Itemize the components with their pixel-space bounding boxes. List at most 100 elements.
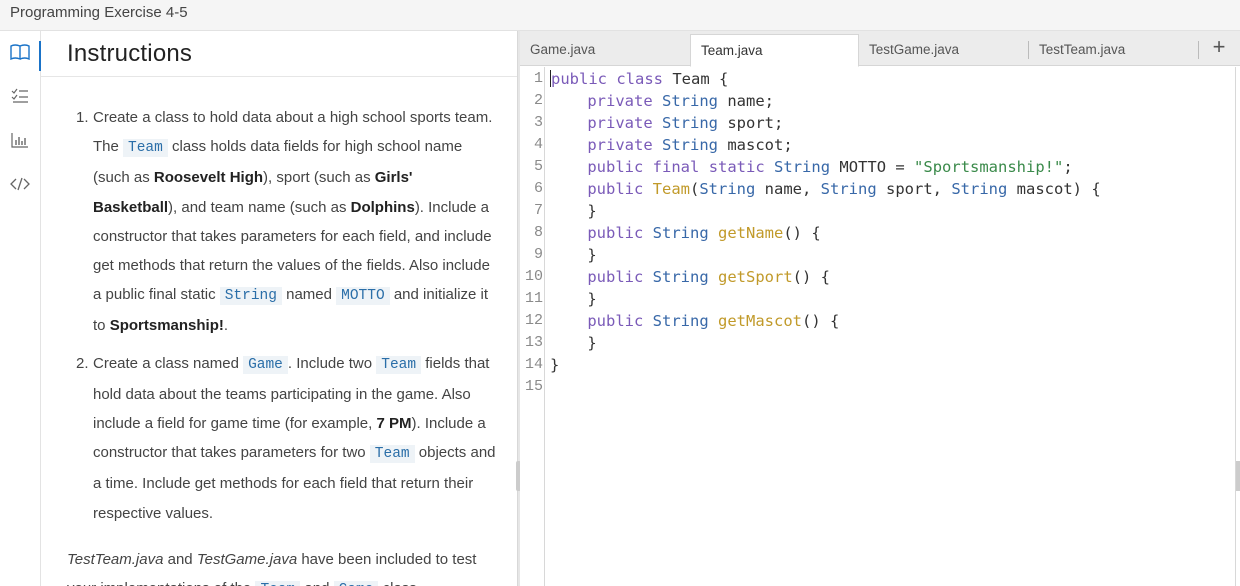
code-token: String — [699, 180, 756, 198]
line-number: 8 — [533, 224, 543, 241]
line-number: 7 — [533, 202, 543, 219]
code-token: String — [652, 312, 709, 330]
tab-label: Team.java — [701, 43, 763, 58]
tab-label: TestTeam.java — [1039, 42, 1126, 57]
item-number: 2. — [76, 354, 89, 372]
text-run: and — [300, 580, 333, 586]
line-number: 2 — [533, 92, 543, 109]
code-token: private — [587, 92, 653, 110]
code-token: } — [550, 356, 560, 374]
code-token: "Sportsmanship!" — [914, 158, 1064, 176]
tab-label: Game.java — [530, 42, 596, 57]
code-line: private String name; — [550, 90, 774, 112]
instructions-list: 1. Create a class to hold data about a hi… — [72, 103, 497, 528]
code-area[interactable]: 1 2 3 4 5 6 7 8 9 10 11 12 13 14 15 public class Team … — [520, 67, 1236, 586]
code-token: ( — [690, 180, 700, 198]
code-token: sport; — [718, 114, 784, 132]
code-token: String — [774, 158, 831, 176]
code-line: public Team(String name, String sport, S… — [550, 178, 1101, 200]
code-token: public — [587, 224, 644, 242]
line-number: 4 — [533, 136, 543, 153]
instructions-heading: Instructions — [67, 40, 193, 67]
text-run: class — [378, 580, 417, 586]
code-token: mascot; — [718, 136, 793, 154]
chart-icon[interactable] — [0, 123, 40, 157]
code-token: getMascot — [718, 312, 803, 330]
tab-game-java[interactable]: Game.java — [520, 34, 691, 66]
code-token: class — [616, 70, 664, 88]
code-token: Team — [652, 180, 690, 198]
italic-text: TestTeam.java — [67, 551, 164, 568]
tab-team-java[interactable]: Team.java — [690, 34, 859, 67]
instructions-panel: Instructions 1. Create a class to hold da… — [41, 31, 517, 586]
code-token: private — [587, 114, 653, 132]
line-number: 5 — [533, 158, 543, 175]
code-token: name, — [755, 180, 821, 198]
code-token: String — [662, 114, 718, 132]
code-line: } — [550, 288, 596, 310]
code-token: String — [652, 268, 709, 286]
line-number: 6 — [533, 180, 543, 197]
inline-code: Team — [123, 139, 168, 158]
inline-code: Team — [369, 445, 415, 464]
bold-text: 7 PM — [376, 415, 412, 433]
add-tab-button[interactable]: + — [1204, 33, 1234, 63]
line-number: 11 — [524, 290, 543, 307]
code-token: () { — [792, 268, 830, 286]
code-token: getSport — [718, 268, 793, 286]
scroll-grip[interactable] — [1236, 461, 1240, 491]
code-token: public — [587, 158, 644, 176]
code-line: public String getMascot() { — [550, 310, 839, 332]
code-line: public String getName() { — [550, 222, 820, 244]
code-line: private String mascot; — [550, 134, 793, 156]
code-line: } — [550, 354, 559, 376]
code-token: } — [550, 246, 597, 264]
inline-code: String — [219, 287, 282, 306]
item-number: 1. — [76, 109, 89, 126]
tab-testteam-java[interactable]: TestTeam.java — [1029, 34, 1199, 66]
editor-tabs: Game.java Team.java TestGame.java TestTe… — [520, 31, 1240, 67]
code-line: public final static String MOTTO = "Spor… — [550, 156, 1073, 178]
tab-testgame-java[interactable]: TestGame.java — [859, 34, 1029, 66]
code-token: public — [551, 70, 607, 88]
code-token: MOTTO = — [830, 158, 915, 176]
text-run: named — [281, 286, 337, 304]
instruction-item: 2. Create a class named Game. Include two… — [72, 349, 497, 528]
text-run: ), sport (such as — [263, 169, 375, 187]
checklist-icon[interactable] — [0, 79, 40, 113]
inline-code: Team — [376, 355, 422, 374]
text-run: Create a class named — [93, 354, 244, 372]
bold-text: Roosevelt High — [153, 169, 264, 187]
code-line: private String sport; — [550, 112, 783, 134]
code-token: public — [587, 312, 644, 330]
code-token: } — [550, 202, 597, 220]
code-token: mascot) { — [1007, 180, 1101, 198]
code-line: public String getSport() { — [550, 266, 830, 288]
divider — [41, 76, 517, 77]
code-token: String — [662, 136, 718, 154]
code-line: public class Team { — [550, 68, 728, 90]
code-token: ; — [1063, 158, 1073, 176]
book-icon[interactable] — [0, 35, 41, 71]
code-icon[interactable] — [0, 167, 40, 201]
code-token: String — [951, 180, 1008, 198]
code-token: private — [587, 136, 653, 154]
text-run: and — [163, 551, 197, 568]
window-titlebar: Programming Exercise 4-5 — [0, 0, 1240, 31]
code-token: sport, — [876, 180, 952, 198]
